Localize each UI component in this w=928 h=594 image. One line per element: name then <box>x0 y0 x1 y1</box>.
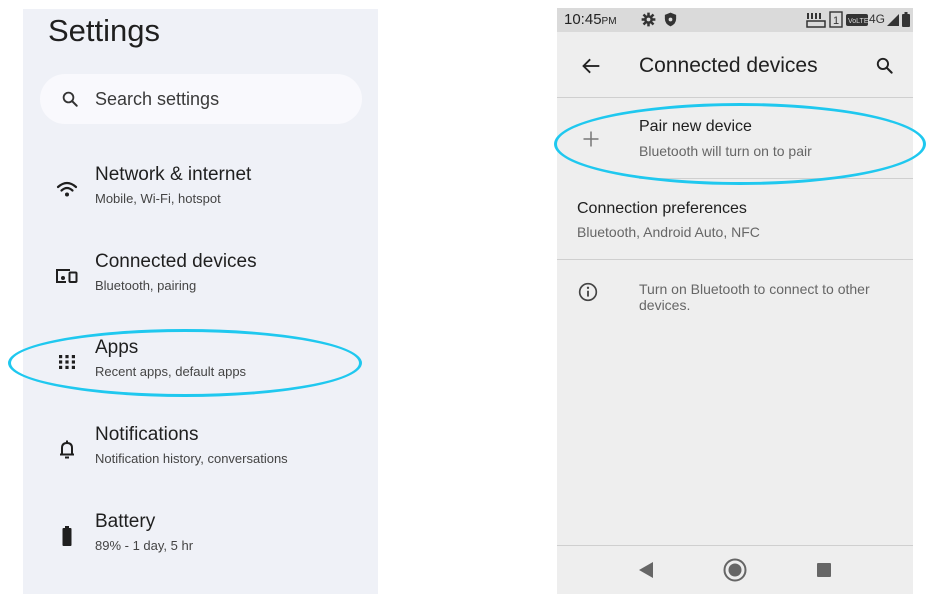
sim-icon <box>806 13 826 28</box>
settings-screen: Settings Search settings Network & inter… <box>23 9 378 594</box>
search-icon[interactable] <box>875 56 894 75</box>
sim-slot-icon: 1 <box>829 11 843 28</box>
wifi-icon <box>56 181 78 197</box>
divider <box>557 97 913 98</box>
nav-recents-icon[interactable] <box>817 563 831 577</box>
settings-item-sub: 89% - 1 day, 5 hr <box>95 538 194 553</box>
nav-back-icon[interactable] <box>639 562 653 578</box>
shield-icon <box>664 12 677 27</box>
highlight-ellipse <box>8 329 362 397</box>
connected-devices-screen: 10:45PM 1 VoLTE 4G Connected devices Pai… <box>557 8 913 594</box>
info-text: Turn on Bluetooth to connect to other de… <box>639 281 870 313</box>
page-title: Connected devices <box>639 54 818 77</box>
svg-text:1: 1 <box>833 15 839 27</box>
network-type: 4G <box>869 12 886 26</box>
volte-icon: VoLTE <box>846 14 868 26</box>
back-arrow-icon[interactable] <box>581 56 601 76</box>
settings-item-sub: Notification history, conversations <box>95 451 288 466</box>
devices-icon <box>56 269 78 283</box>
gear-icon <box>641 12 656 27</box>
settings-item-sub: Mobile, Wi-Fi, hotspot <box>95 191 221 206</box>
settings-item-notifications[interactable]: Notifications Notification history, conv… <box>23 421 378 481</box>
settings-item-label: Battery <box>95 511 156 532</box>
settings-item-connected-devices[interactable]: Connected devices Bluetooth, pairing <box>23 248 378 308</box>
signal-icon <box>887 14 899 26</box>
settings-item-label: Connected devices <box>95 251 257 272</box>
prefs-sub: Bluetooth, Android Auto, NFC <box>577 224 760 240</box>
settings-item-label: Notifications <box>95 424 199 445</box>
search-placeholder: Search settings <box>95 89 220 109</box>
divider <box>557 259 913 260</box>
navigation-bar <box>557 546 913 594</box>
settings-item-sub: Bluetooth, pairing <box>95 278 197 293</box>
status-time: 10:45PM <box>564 11 617 28</box>
search-bar[interactable]: Search settings <box>40 74 362 124</box>
app-bar: Connected devices <box>557 32 913 98</box>
highlight-ellipse <box>554 103 926 185</box>
settings-item-label: Network & internet <box>95 164 252 185</box>
nav-home-icon[interactable] <box>723 558 747 582</box>
status-bar: 10:45PM 1 VoLTE 4G <box>557 8 913 32</box>
battery-icon <box>62 526 72 546</box>
info-icon <box>578 282 598 302</box>
page-title: Settings <box>48 13 161 48</box>
settings-item-network[interactable]: Network & internet Mobile, Wi-Fi, hotspo… <box>23 161 378 221</box>
svg-text:VoLTE: VoLTE <box>848 18 868 25</box>
battery-icon <box>902 12 910 27</box>
search-icon <box>62 91 78 107</box>
settings-item-battery[interactable]: Battery 89% - 1 day, 5 hr <box>23 508 378 568</box>
prefs-label: Connection preferences <box>577 200 747 217</box>
bell-icon <box>60 440 74 459</box>
